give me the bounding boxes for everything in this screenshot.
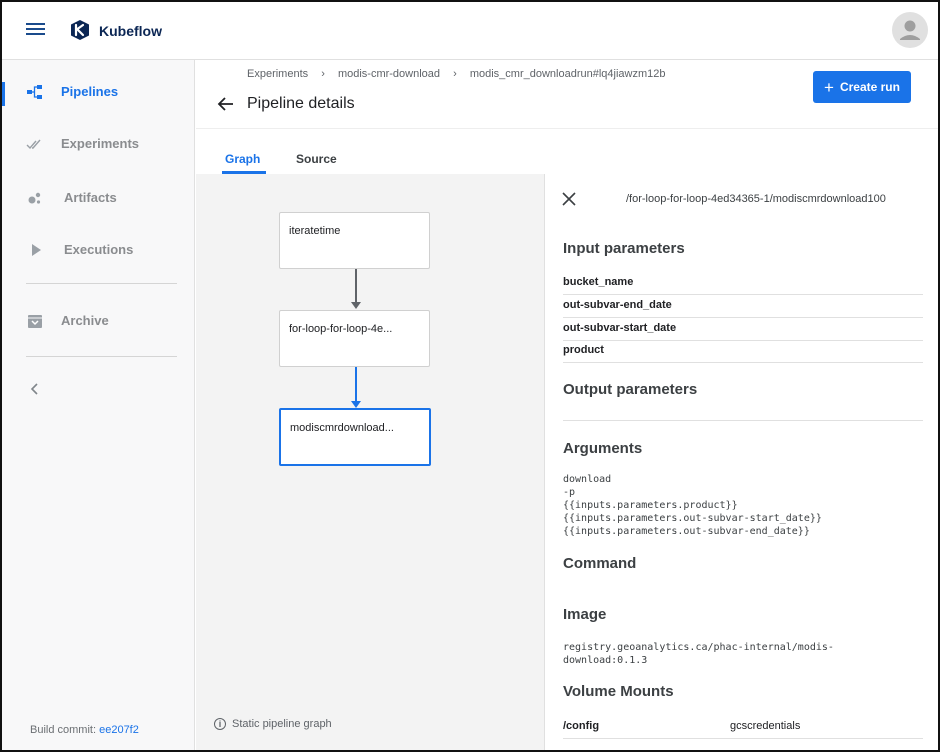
param-name: product [563,344,604,356]
image-line: download:0.1.3 [563,655,648,666]
graph-node-for-loop[interactable]: for-loop-for-loop-4e... [279,310,430,367]
sidebar-item-pipelines[interactable]: Pipelines [2,72,195,112]
page-title: Pipeline details [247,95,355,112]
sidebar-item-label: Artifacts [64,190,117,205]
node-details-panel: /for-loop-for-loop-4ed34365-1/modiscmrdo… [544,174,938,750]
arguments-title: Arguments [563,440,643,457]
sidebar-divider [26,283,177,284]
avatar[interactable] [892,12,928,48]
mount-path: /config [563,720,600,732]
plus-icon: + [824,77,834,97]
param-name: out-subvar-end_date [563,299,672,311]
image-line: registry.geoanalytics.ca/phac-internal/m… [563,642,834,653]
static-graph-label: Static pipeline graph [232,718,332,730]
pipelines-icon [27,85,42,99]
sidebar-item-label: Archive [61,313,109,328]
tab-graph[interactable]: Graph [225,152,260,166]
active-indicator [2,82,5,106]
argument-line: {{inputs.parameters.out-subvar-start_dat… [563,513,822,524]
play-icon [32,244,41,256]
sidebar-item-label: Experiments [61,136,140,151]
graph-edge [355,269,357,304]
input-param-row: out-subvar-start_date [563,318,923,341]
kubeflow-logo-icon [71,20,89,40]
build-commit-link[interactable]: ee207f2 [99,724,139,736]
node-label: iteratetime [289,225,341,237]
volume-mount-row: /config gcscredentials [563,716,923,739]
input-param-row: product [563,340,923,363]
input-param-row: bucket_name [563,272,923,295]
node-label: modiscmrdownload... [290,422,394,434]
user-icon [900,20,920,40]
double-check-icon [26,139,41,150]
breadcrumb-separator: › [321,68,325,80]
info-icon: i [214,718,226,730]
build-commit: Build commit: ee207f2 [30,724,139,736]
static-graph-note: i Static pipeline graph [214,718,332,730]
image-title: Image [563,606,607,623]
input-parameters-title: Input parameters [563,240,685,257]
argument-line: -p [563,487,576,498]
sidebar-divider [26,356,177,357]
artifacts-icon [28,192,41,204]
top-bar: Kubeflow [2,2,938,60]
argument-line: {{inputs.parameters.out-subvar-end_date}… [563,526,810,537]
param-name: out-subvar-start_date [563,322,677,334]
node-label: for-loop-for-loop-4e... [289,323,393,335]
build-commit-label: Build commit: [30,724,97,736]
output-parameters-title: Output parameters [563,381,698,398]
create-run-label: Create run [839,80,900,94]
input-param-row: out-subvar-end_date [563,295,923,318]
chevron-left-icon[interactable] [28,382,42,396]
sidebar-item-executions[interactable]: Executions [2,230,195,270]
node-path: /for-loop-for-loop-4ed34365-1/modiscmrdo… [626,193,886,205]
sidebar: Pipelines Experiments Artifacts Executio… [2,60,195,750]
sidebar-item-label: Executions [64,242,134,257]
header-divider [196,128,938,129]
section-divider [563,420,923,421]
graph-node-modiscmrdownload[interactable]: modiscmrdownload... [279,408,431,466]
graph-node-iteratetime[interactable]: iteratetime [279,212,430,269]
back-arrow-icon[interactable] [216,94,236,114]
argument-line: download [563,474,612,485]
sidebar-item-archive[interactable]: Archive [2,301,195,341]
sidebar-item-experiments[interactable]: Experiments [2,124,195,164]
breadcrumb-experiment[interactable]: modis-cmr-download [338,68,440,80]
breadcrumb-experiments[interactable]: Experiments [247,68,308,80]
brand-name: Kubeflow [99,23,162,39]
command-title: Command [563,555,637,572]
app-window: Kubeflow Pipelines Experiments Artifacts… [0,0,940,752]
create-run-button[interactable]: + Create run [813,71,911,103]
arrowhead [351,401,361,408]
argument-line: {{inputs.parameters.product}} [563,500,738,511]
mount-name: gcscredentials [730,720,801,732]
breadcrumb: Experiments › modis-cmr-download › modis… [247,68,676,80]
volume-mounts-title: Volume Mounts [563,683,674,700]
close-icon[interactable] [561,191,577,207]
breadcrumb-run[interactable]: modis_cmr_downloadrun#lq4jiawzm12b [470,68,666,80]
sidebar-item-label: Pipelines [61,84,119,99]
tab-source[interactable]: Source [296,152,337,166]
archive-icon [28,315,42,328]
menu-icon[interactable] [24,20,48,40]
sidebar-item-artifacts[interactable]: Artifacts [2,178,195,218]
breadcrumb-separator: › [453,68,457,80]
param-name: bucket_name [563,276,634,288]
arrowhead [351,302,361,309]
graph-canvas[interactable]: iteratetime for-loop-for-loop-4e... modi… [196,174,544,750]
graph-edge [355,367,357,402]
